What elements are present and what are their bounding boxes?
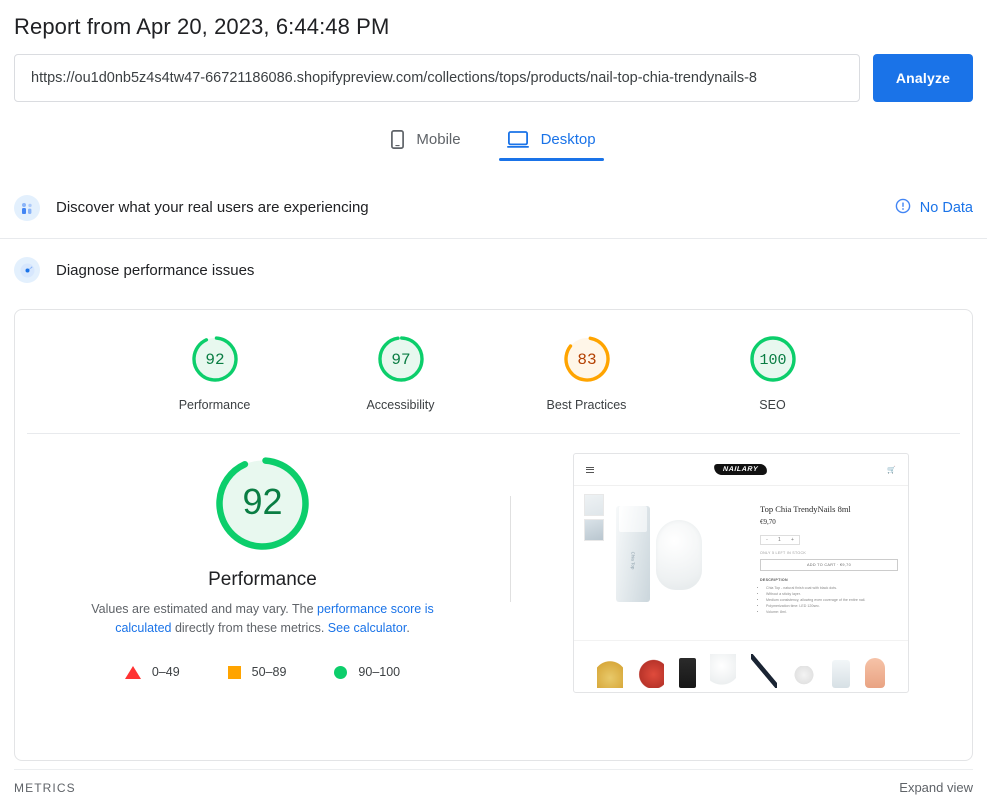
gauge-score-accessibility: 97: [391, 351, 410, 369]
page-title: Report from Apr 20, 2023, 6:44:48 PM: [14, 14, 390, 39]
legend-range-mid: 50–89: [251, 665, 287, 679]
metrics-footer: METRICS Expand view: [14, 769, 973, 805]
qty-minus: -: [766, 537, 768, 543]
info-circle-icon: [895, 198, 911, 218]
cart-icon: 🛒: [887, 466, 896, 474]
gauge-performance[interactable]: 92 Performance: [155, 333, 275, 412]
thumb-hero-images: [610, 494, 754, 615]
device-tabs: Mobile Desktop: [0, 124, 987, 161]
product-name: Top Chia TrendyNails 8ml: [760, 504, 851, 514]
related-product-3: [678, 658, 696, 688]
thumb-site-header: NAILARY 🛒: [574, 454, 908, 486]
qty-plus: +: [790, 537, 794, 543]
thumb-product-main: Top Chia TrendyNails 8ml €9,70 - 1 + ONL…: [574, 486, 908, 615]
triangle-icon: [124, 665, 141, 679]
url-analyze-row: https://ou1d0nb5z4s4tw47-66721186086.sho…: [0, 42, 987, 102]
desktop-icon: [506, 131, 529, 148]
description-heading: DESCRIPTION: [760, 578, 788, 582]
performance-description: Values are estimated and may vary. The p…: [63, 600, 463, 638]
gauge-ring-performance: 92: [191, 336, 238, 382]
gauge-accessibility[interactable]: 97 Accessibility: [341, 333, 461, 412]
gauge-seo[interactable]: 100 SEO: [713, 333, 833, 412]
desc-text-1: Values are estimated and may vary. The: [91, 602, 318, 616]
product-nail-image: [656, 520, 702, 590]
square-icon: [227, 665, 241, 679]
related-product-1: [597, 654, 624, 688]
related-product-5: [750, 654, 777, 688]
circle-icon: [334, 665, 348, 679]
performance-summary: 92 Performance Values are estimated and …: [15, 452, 510, 693]
related-product-6: [791, 666, 818, 688]
legend-item-low: 0–49: [124, 665, 180, 679]
hamburger-icon: [586, 466, 594, 473]
lab-data-title: Diagnose performance issues: [56, 261, 255, 279]
thumb-gallery-strip: [584, 494, 604, 615]
big-gauge-performance: 92: [216, 457, 309, 550]
gauge-best-practices[interactable]: 83 Best Practices: [527, 333, 647, 412]
legend-range-high: 90–100: [358, 665, 401, 679]
related-product-2: [637, 654, 664, 688]
page-screenshot: NAILARY 🛒 Top Chia TrendyNails 8ml €9,70: [573, 453, 909, 693]
page-screenshot-area: NAILARY 🛒 Top Chia TrendyNails 8ml €9,70: [510, 452, 972, 693]
vertical-divider: [510, 496, 511, 602]
thumb-product-info: Top Chia TrendyNails 8ml €9,70 - 1 + ONL…: [760, 494, 898, 615]
url-input[interactable]: https://ou1d0nb5z4s4tw47-66721186086.sho…: [14, 54, 860, 102]
gauge-label-best-practices: Best Practices: [546, 398, 627, 412]
field-data-title: Discover what your real users are experi…: [56, 199, 369, 216]
stock-note: ONLY 5 LEFT IN STOCK: [760, 551, 807, 555]
big-gauge-score: 92: [242, 481, 282, 522]
add-to-cart-button: ADD TO CART · €9,70: [760, 559, 898, 571]
mobile-icon: [391, 130, 405, 149]
qty-value: 1: [777, 537, 781, 543]
gauge-ring-accessibility: 97: [377, 336, 424, 382]
tab-desktop[interactable]: Desktop: [498, 124, 604, 161]
category-gauges: 92 Performance 97 Accessibility 83 Best …: [15, 310, 972, 412]
status-badge: No Data: [919, 199, 973, 216]
gauge-score-performance: 92: [205, 351, 224, 369]
speedometer-icon: [14, 257, 40, 283]
gauge-ring-seo: 100: [749, 336, 796, 382]
metrics-label: METRICS: [14, 780, 76, 795]
tab-desktop-label: Desktop: [540, 131, 596, 148]
description-bullets: Chia Top - natural finish coat with blac…: [760, 585, 898, 615]
gauge-score-seo: 100: [759, 352, 786, 369]
legend-range-low: 0–49: [151, 665, 180, 679]
users-icon: [14, 194, 40, 221]
desc-text-2: directly from these metrics.: [171, 621, 328, 635]
site-logo: NAILARY: [713, 464, 768, 475]
product-price: €9,70: [760, 518, 776, 526]
legend-item-mid: 50–89: [227, 665, 287, 679]
tab-mobile-label: Mobile: [416, 131, 461, 148]
no-data-status[interactable]: No Data: [895, 198, 973, 218]
see-calculator-link[interactable]: See calculator: [328, 621, 407, 635]
gauge-label-seo: SEO: [759, 398, 786, 412]
desc-text-3: .: [406, 621, 410, 635]
field-data-section: Discover what your real users are experi…: [0, 177, 987, 239]
quantity-stepper: - 1 +: [760, 535, 800, 545]
gauge-score-best-practices: 83: [577, 351, 596, 369]
lighthouse-card: 92 Performance 97 Accessibility 83 Best …: [14, 309, 973, 761]
expand-view-button[interactable]: Expand view: [899, 780, 973, 795]
gauge-ring-best-practices: 83: [563, 336, 610, 382]
performance-detail: 92 Performance Values are estimated and …: [15, 434, 972, 693]
related-products-strip: [574, 640, 908, 692]
product-bottle-image: [616, 506, 650, 602]
gauge-label-accessibility: Accessibility: [366, 398, 435, 412]
related-product-4: [710, 654, 737, 688]
legend-item-high: 90–100: [334, 665, 400, 679]
score-legend: 0–49 50–89 90–100: [124, 665, 400, 679]
pagespeed-report-page: Report from Apr 20, 2023, 6:44:48 PM htt…: [0, 0, 987, 805]
performance-heading: Performance: [208, 569, 317, 590]
gauge-label-performance: Performance: [178, 398, 251, 412]
related-product-7: [832, 660, 851, 688]
list-item: Volume: 8ml.: [766, 609, 898, 615]
analyze-button[interactable]: Analyze: [873, 54, 973, 102]
lab-data-section: Diagnose performance issues: [0, 239, 987, 301]
tab-mobile[interactable]: Mobile: [387, 124, 464, 161]
related-product-8: [864, 658, 885, 688]
